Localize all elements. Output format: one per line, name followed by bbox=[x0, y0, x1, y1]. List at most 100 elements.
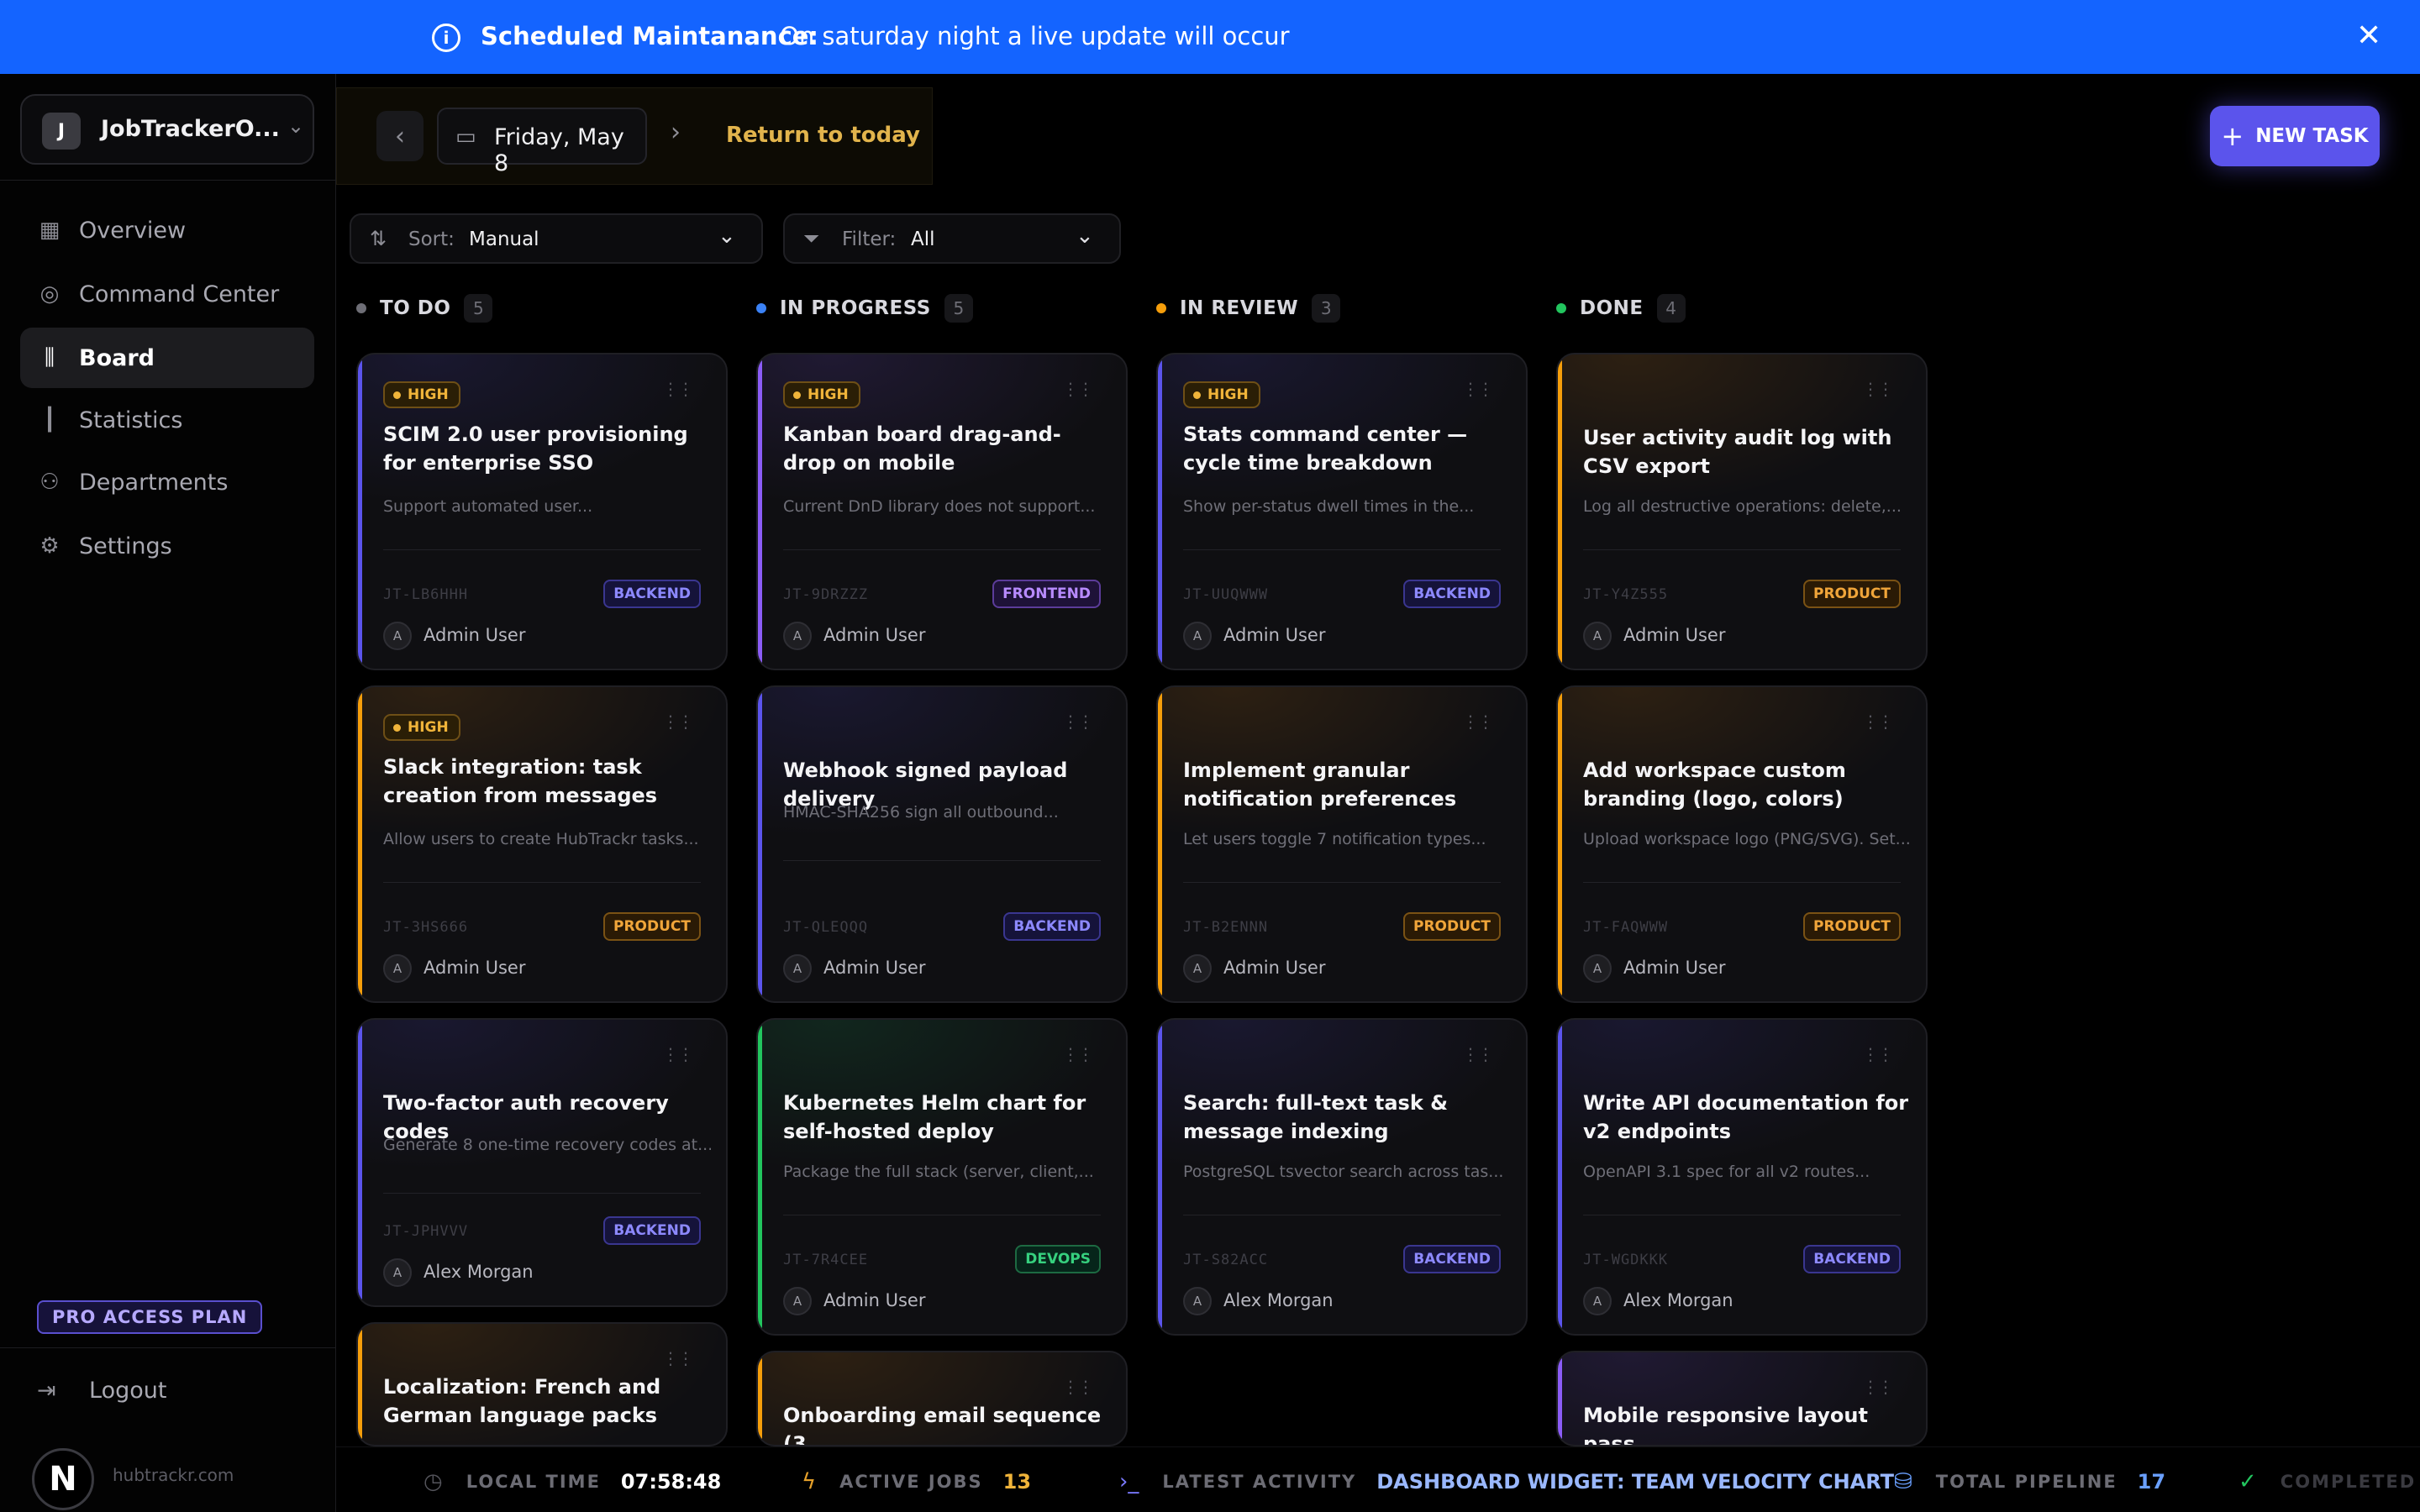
card-divider bbox=[383, 549, 701, 550]
assignee-name: Admin User bbox=[1223, 958, 1326, 978]
sidebar-item-label: Board bbox=[79, 344, 155, 371]
task-card[interactable]: ⋮⋮ HIGH Slack integration: task creation f… bbox=[356, 685, 728, 1003]
sidebar-item-departments[interactable]: ⚇ Departments bbox=[20, 452, 314, 512]
task-card[interactable]: ⋮⋮ User activity audit log with CSV expor… bbox=[1556, 353, 1928, 670]
drag-handle-icon[interactable]: ⋮⋮ bbox=[1862, 1046, 1894, 1063]
check-circle-icon: ✓ bbox=[2238, 1469, 2257, 1494]
department-tag: PRODUCT bbox=[603, 912, 701, 941]
drag-handle-icon[interactable]: ⋮⋮ bbox=[662, 713, 694, 730]
drag-handle-icon[interactable]: ⋮⋮ bbox=[1462, 713, 1494, 730]
new-task-button[interactable]: + NEW TASK bbox=[2210, 106, 2380, 166]
latest-activity-stat: ›_ LATEST ACTIVITY DASHBOARD WIDGET: TEA… bbox=[1119, 1469, 1894, 1494]
stat-label: LOCAL TIME bbox=[466, 1472, 601, 1492]
assignee-name: Alex Morgan bbox=[1223, 1290, 1334, 1310]
logout-label: Logout bbox=[89, 1378, 167, 1404]
task-title: Onboarding email sequence (3 bbox=[783, 1404, 1102, 1446]
task-card[interactable]: ⋮⋮ Search: full-text task & message index… bbox=[1156, 1018, 1528, 1336]
priority-label: HIGH bbox=[408, 719, 449, 736]
task-card[interactable]: ⋮⋮ Write API documentation for v2 endpoin… bbox=[1556, 1018, 1928, 1336]
card-divider bbox=[1583, 549, 1901, 550]
card-accent-bar bbox=[358, 354, 362, 669]
drag-handle-icon[interactable]: ⋮⋮ bbox=[1862, 713, 1894, 730]
date-picker[interactable]: ▭ Friday, May 8 bbox=[437, 108, 647, 176]
column-header-todo: TO DO 5 bbox=[356, 294, 493, 323]
priority-label: HIGH bbox=[408, 386, 449, 403]
column-header-in-progress: IN PROGRESS 5 bbox=[756, 294, 973, 323]
assignee-avatar: A bbox=[1583, 954, 1612, 983]
assignee-name: Alex Morgan bbox=[424, 1262, 534, 1282]
logout-button[interactable]: ⇥ Logout bbox=[37, 1378, 166, 1404]
kanban-icon: ⫼ bbox=[45, 344, 55, 370]
sidebar-item-board[interactable]: ⫼ Board bbox=[20, 328, 314, 388]
task-card[interactable]: ⋮⋮ Kubernetes Helm chart for self-hosted … bbox=[756, 1018, 1128, 1336]
database-icon: ⛁ bbox=[1894, 1469, 1912, 1494]
task-card[interactable]: ⋮⋮ HIGH Stats command center — cycle time … bbox=[1156, 353, 1528, 670]
drag-handle-icon[interactable]: ⋮⋮ bbox=[1462, 381, 1494, 397]
task-title: Implement granular notification preferen… bbox=[1183, 759, 1457, 811]
assignee-avatar: A bbox=[783, 1287, 812, 1315]
column-title: IN REVIEW bbox=[1180, 297, 1299, 319]
drag-handle-icon[interactable]: ⋮⋮ bbox=[1062, 713, 1094, 730]
task-title: User activity audit log with CSV export bbox=[1583, 426, 1892, 478]
department-tag: BACKEND bbox=[1403, 1245, 1501, 1273]
task-id: JT-Y4Z555 bbox=[1583, 586, 1669, 603]
assignee-avatar: A bbox=[1183, 622, 1212, 650]
task-description: Current DnD library does not support... bbox=[783, 497, 1096, 516]
divider bbox=[0, 180, 336, 181]
priority-badge: HIGH bbox=[1183, 381, 1260, 408]
previous-day-button[interactable]: ‹ bbox=[376, 111, 424, 161]
sidebar-item-command-center[interactable]: ◎ Command Center bbox=[20, 264, 314, 324]
status-dot bbox=[1156, 303, 1166, 313]
task-id: JT-9DRZZZ bbox=[783, 586, 869, 603]
sort-select[interactable]: ⇅ Sort: Manual ⌄ bbox=[350, 213, 763, 264]
task-card[interactable]: ⋮⋮ HIGH Kanban board drag-and-drop on mobi… bbox=[756, 353, 1128, 670]
filter-select[interactable]: ⏷ Filter: All ⌄ bbox=[783, 213, 1121, 264]
column-count: 4 bbox=[1656, 294, 1686, 323]
task-card[interactable]: ⋮⋮ Add workspace custom branding (logo, c… bbox=[1556, 685, 1928, 1003]
sidebar-item-settings[interactable]: ⚙ Settings bbox=[20, 516, 314, 576]
task-description: PostgreSQL tsvector search across tas... bbox=[1183, 1163, 1504, 1181]
info-icon: i bbox=[432, 24, 460, 52]
bar-chart-icon: ┃ bbox=[43, 407, 56, 433]
drag-handle-icon[interactable]: ⋮⋮ bbox=[1062, 1378, 1094, 1395]
stat-label: ACTIVE JOBS bbox=[839, 1472, 983, 1492]
task-card[interactable]: ⋮⋮ Onboarding email sequence (3 bbox=[756, 1351, 1128, 1446]
task-card[interactable]: ⋮⋮ Webhook signed payload delivery HMAC-SH… bbox=[756, 685, 1128, 1003]
task-card[interactable]: ⋮⋮ Localization: French and German langua… bbox=[356, 1322, 728, 1446]
assignee-name: Admin User bbox=[823, 625, 926, 645]
priority-dot bbox=[393, 391, 401, 399]
sidebar-item-overview[interactable]: ▦ Overview bbox=[20, 200, 314, 260]
task-title: Search: full-text task & message indexin… bbox=[1183, 1091, 1449, 1143]
task-description: Support automated user... bbox=[383, 497, 593, 516]
chevron-right-icon: › bbox=[671, 118, 681, 147]
drag-handle-icon[interactable]: ⋮⋮ bbox=[662, 1046, 694, 1063]
drag-handle-icon[interactable]: ⋮⋮ bbox=[1862, 1378, 1894, 1395]
drag-handle-icon[interactable]: ⋮⋮ bbox=[1862, 381, 1894, 397]
next-day-button[interactable]: › bbox=[671, 118, 681, 147]
task-title: SCIM 2.0 user provisioning for enterpris… bbox=[383, 423, 688, 475]
assignee-name: Admin User bbox=[424, 958, 526, 978]
task-card[interactable]: ⋮⋮ Two-factor auth recovery codes Generate… bbox=[356, 1018, 728, 1307]
drag-handle-icon[interactable]: ⋮⋮ bbox=[1062, 1046, 1094, 1063]
drag-handle-icon[interactable]: ⋮⋮ bbox=[662, 1350, 694, 1367]
department-tag: BACKEND bbox=[1803, 1245, 1901, 1273]
app-logo: N bbox=[32, 1448, 94, 1510]
assignee-avatar: A bbox=[1583, 622, 1612, 650]
card-accent-bar bbox=[758, 354, 762, 669]
task-id: JT-3HS666 bbox=[383, 919, 469, 936]
return-to-today-link[interactable]: Return to today bbox=[726, 123, 920, 148]
assignee-name: Admin User bbox=[424, 625, 526, 645]
stat-label: TOTAL PIPELINE bbox=[1935, 1472, 2118, 1492]
drag-handle-icon[interactable]: ⋮⋮ bbox=[1062, 381, 1094, 397]
plus-icon: + bbox=[2221, 120, 2244, 152]
sidebar-item-statistics[interactable]: ┃ Statistics bbox=[20, 390, 314, 450]
task-id: JT-B2ENNN bbox=[1183, 919, 1269, 936]
task-card[interactable]: ⋮⋮ HIGH SCIM 2.0 user provisioning for ent… bbox=[356, 353, 728, 670]
priority-badge: HIGH bbox=[783, 381, 860, 408]
task-card[interactable]: ⋮⋮ Mobile responsive layout pass bbox=[1556, 1351, 1928, 1446]
drag-handle-icon[interactable]: ⋮⋮ bbox=[662, 381, 694, 397]
close-icon[interactable]: ✕ bbox=[2356, 18, 2381, 53]
task-card[interactable]: ⋮⋮ Implement granular notification prefer… bbox=[1156, 685, 1528, 1003]
workspace-switcher[interactable]: J JobTrackerO... ⌄ bbox=[20, 94, 314, 165]
drag-handle-icon[interactable]: ⋮⋮ bbox=[1462, 1046, 1494, 1063]
